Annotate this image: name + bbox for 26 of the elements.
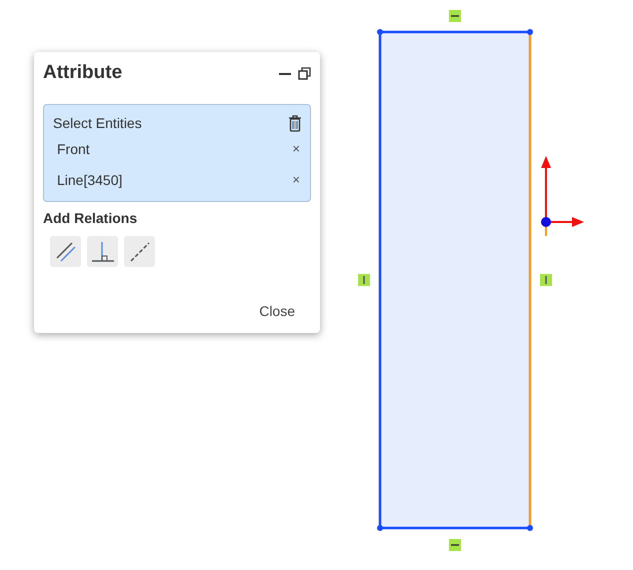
vertex-point[interactable]: [377, 29, 383, 35]
parallel-lines-icon: [54, 240, 76, 262]
collinear-icon: [128, 240, 150, 262]
restore-icon[interactable]: [298, 66, 311, 80]
close-button[interactable]: Close: [259, 303, 295, 319]
horizontal-constraint-icon[interactable]: [449, 539, 461, 551]
remove-button[interactable]: ×: [290, 172, 302, 187]
vertex-point[interactable]: [527, 525, 533, 531]
relation-button[interactable]: [87, 236, 118, 267]
vertex-point[interactable]: [527, 29, 533, 35]
vertical-constraint-icon[interactable]: [358, 274, 370, 286]
vertical-constraint-icon[interactable]: [540, 274, 552, 286]
relation-button[interactable]: [50, 236, 81, 267]
entity-item[interactable]: Front: [57, 140, 90, 156]
perpendicular-icon: [90, 240, 114, 262]
entity-item[interactable]: Line[3450]: [57, 172, 122, 188]
horizontal-constraint-icon[interactable]: [449, 10, 461, 22]
relation-button[interactable]: [124, 236, 155, 267]
move-gizmo-drawing[interactable]: [541, 156, 584, 236]
section-heading: Add Relations: [43, 210, 138, 226]
vertex-point[interactable]: [377, 525, 383, 531]
selection-box[interactable]: Select Entities Front × Line[3450] ×: [43, 104, 311, 202]
trash-icon[interactable]: [288, 114, 302, 132]
select-entities-label: Select Entities: [53, 115, 142, 131]
remove-button[interactable]: ×: [290, 141, 302, 156]
panel-title: Attribute: [43, 62, 122, 84]
